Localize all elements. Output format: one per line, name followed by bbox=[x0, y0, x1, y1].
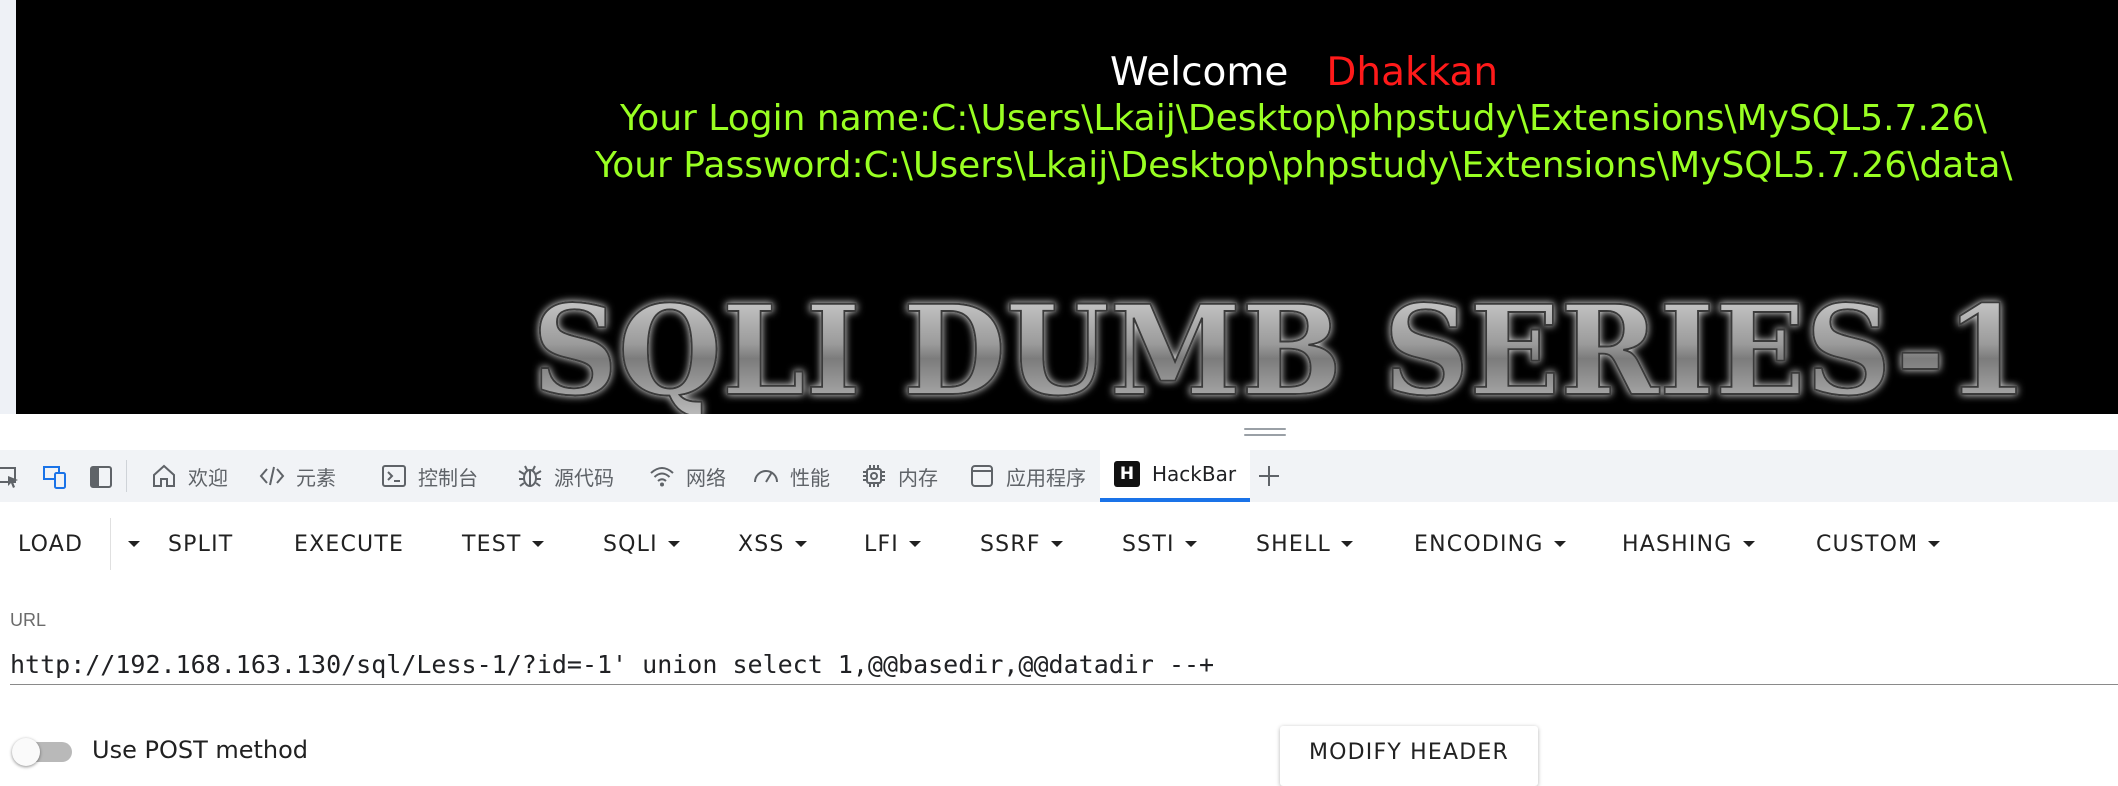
devtools-resize-strip[interactable] bbox=[0, 414, 2118, 450]
ssti-menu-button[interactable]: SSTI bbox=[1122, 526, 1197, 562]
load-button[interactable]: LOAD bbox=[18, 526, 83, 562]
chevron-down-icon bbox=[794, 541, 807, 547]
chevron-down-icon bbox=[1050, 541, 1063, 547]
hashing-label: HASHING bbox=[1622, 531, 1733, 557]
toolbar-divider bbox=[110, 518, 111, 570]
post-method-toggle[interactable] bbox=[12, 738, 72, 766]
encoding-menu-button[interactable]: ENCODING bbox=[1414, 526, 1566, 562]
custom-label: CUSTOM bbox=[1816, 531, 1919, 557]
tab-application[interactable]: 应用程序 bbox=[968, 450, 1086, 502]
add-tab-icon[interactable] bbox=[1256, 463, 1282, 489]
ssti-label: SSTI bbox=[1122, 531, 1175, 557]
hashing-menu-button[interactable]: HASHING bbox=[1622, 526, 1755, 562]
tab-elements[interactable]: 元素 bbox=[258, 450, 336, 502]
tab-console[interactable]: 控制台 bbox=[380, 450, 478, 502]
chevron-down-icon bbox=[1742, 541, 1755, 547]
test-menu-button[interactable]: TEST bbox=[462, 526, 544, 562]
sqli-label: SQLI bbox=[603, 531, 658, 557]
tab-welcome[interactable]: 欢迎 bbox=[150, 450, 228, 502]
test-label: TEST bbox=[462, 531, 522, 557]
modify-header-button[interactable]: MODIFY HEADER bbox=[1280, 726, 1538, 786]
shell-label: SHELL bbox=[1256, 531, 1331, 557]
tab-sources[interactable]: 源代码 bbox=[516, 450, 614, 502]
tab-label: 性能 bbox=[790, 465, 830, 490]
left-gutter bbox=[0, 0, 16, 450]
welcome-line: Welcome Dhakkan bbox=[1110, 48, 1498, 98]
sqli-menu-button[interactable]: SQLI bbox=[603, 526, 680, 562]
tab-network[interactable]: 网络 bbox=[648, 450, 726, 502]
load-dropdown-toggle[interactable] bbox=[118, 526, 140, 562]
console-icon bbox=[382, 465, 406, 487]
chevron-down-icon bbox=[1340, 541, 1353, 547]
toggle-knob bbox=[12, 738, 40, 766]
hackbar-logo-icon: H bbox=[1114, 461, 1140, 487]
post-method-label: Use POST method bbox=[92, 736, 309, 764]
custom-menu-button[interactable]: CUSTOM bbox=[1816, 526, 1941, 562]
encoding-label: ENCODING bbox=[1414, 531, 1544, 557]
dock-side-icon[interactable] bbox=[88, 464, 114, 490]
banner-text: SQLI DUMB SERIES-1 bbox=[532, 282, 2028, 414]
tab-label: HackBar bbox=[1152, 462, 1237, 486]
tab-label: 网络 bbox=[686, 465, 726, 490]
chevron-down-icon bbox=[1553, 541, 1566, 547]
page-viewport: Welcome Dhakkan Your Login name:C:\Users\… bbox=[16, 0, 2118, 414]
xss-menu-button[interactable]: XSS bbox=[738, 526, 807, 562]
tab-label: 内存 bbox=[898, 465, 938, 490]
welcome-word: Welcome bbox=[1110, 50, 1289, 95]
tab-performance[interactable]: 性能 bbox=[752, 450, 830, 502]
execute-button[interactable]: EXECUTE bbox=[294, 526, 404, 562]
hackbar-toolbar: LOAD SPLIT EXECUTE TEST SQLI XSS LFI SSR… bbox=[0, 502, 2118, 582]
device-emulation-icon[interactable] bbox=[42, 464, 68, 490]
app-window-icon bbox=[971, 465, 993, 487]
resize-grip-icon[interactable] bbox=[1244, 428, 1286, 436]
xss-label: XSS bbox=[738, 531, 785, 557]
inspect-element-icon[interactable] bbox=[0, 464, 20, 490]
chip-icon bbox=[863, 465, 885, 487]
chevron-down-icon bbox=[531, 541, 544, 547]
url-input[interactable] bbox=[10, 644, 2118, 685]
url-label: URL bbox=[10, 610, 47, 630]
chevron-down-icon bbox=[909, 541, 921, 547]
lfi-menu-button[interactable]: LFI bbox=[864, 526, 921, 562]
tab-label: 元素 bbox=[296, 465, 336, 490]
gauge-icon bbox=[754, 470, 778, 483]
login-name-result: Your Login name:C:\Users\Lkaij\Desktop\p… bbox=[620, 98, 1987, 139]
bug-icon bbox=[518, 465, 542, 487]
ssrf-menu-button[interactable]: SSRF bbox=[980, 526, 1063, 562]
wifi-icon bbox=[650, 467, 674, 487]
tab-memory[interactable]: 内存 bbox=[860, 450, 938, 502]
tab-label: 控制台 bbox=[418, 465, 478, 490]
tab-label: 应用程序 bbox=[1006, 465, 1086, 490]
welcome-username: Dhakkan bbox=[1326, 50, 1499, 95]
tab-label: 欢迎 bbox=[188, 465, 228, 490]
code-icon bbox=[259, 466, 285, 486]
shell-menu-button[interactable]: SHELL bbox=[1256, 526, 1353, 562]
chevron-down-icon bbox=[667, 541, 680, 547]
split-button[interactable]: SPLIT bbox=[168, 526, 233, 562]
tabbar-separator bbox=[126, 460, 127, 492]
password-result: Your Password:C:\Users\Lkaij\Desktop\php… bbox=[595, 145, 2013, 186]
lfi-label: LFI bbox=[864, 531, 899, 557]
sqli-dumb-series-banner: SQLI DUMB SERIES-1 bbox=[531, 282, 2029, 414]
chevron-down-icon bbox=[1184, 541, 1197, 547]
devtools-tabbar: 欢迎 元素 控制台 源代码 网络 性能 内存 应用程序 H HackBar bbox=[0, 450, 2118, 503]
home-icon bbox=[153, 464, 175, 487]
chevron-down-icon bbox=[128, 541, 140, 547]
tab-label: 源代码 bbox=[554, 465, 614, 490]
chevron-down-icon bbox=[1928, 541, 1941, 547]
tab-hackbar[interactable]: H HackBar bbox=[1100, 450, 1251, 502]
ssrf-label: SSRF bbox=[980, 531, 1041, 557]
